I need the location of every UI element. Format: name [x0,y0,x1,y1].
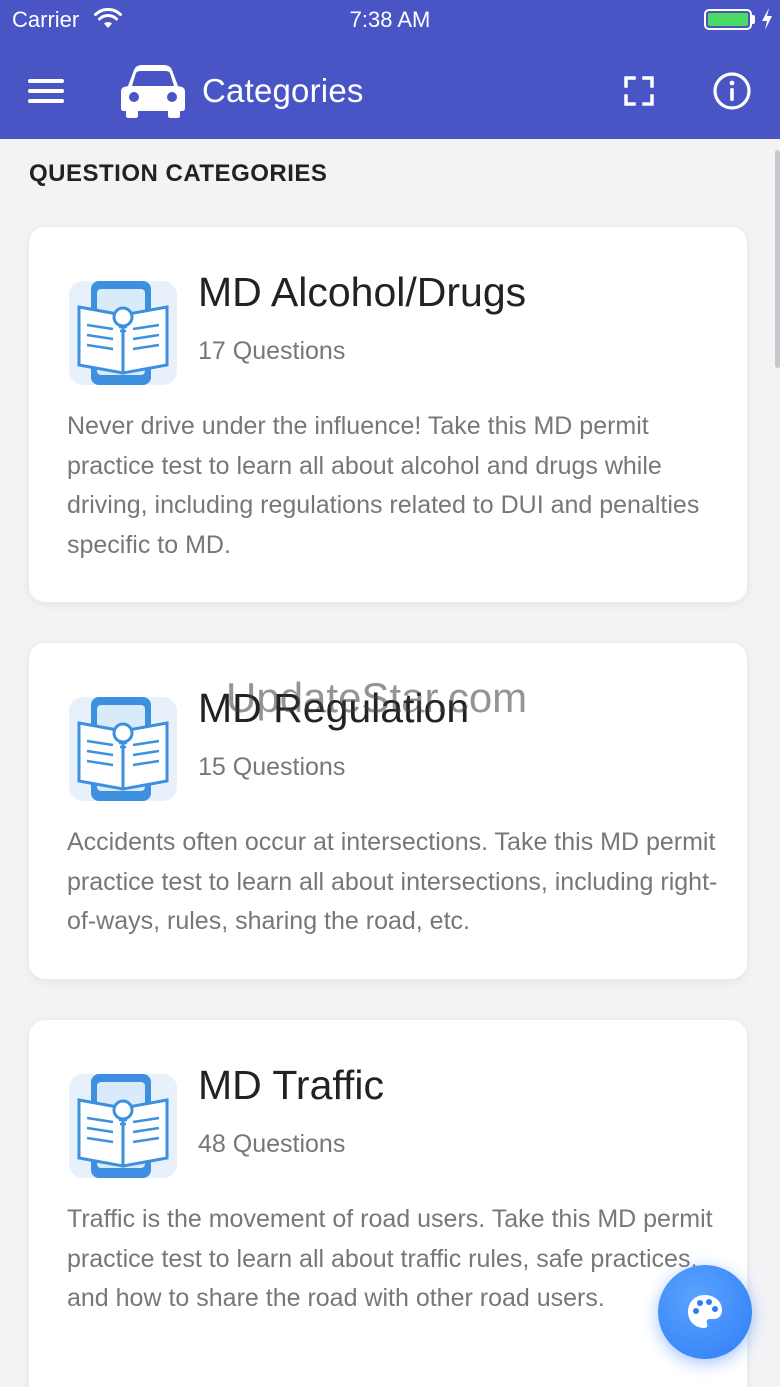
book-idea-icon [69,697,177,801]
book-idea-icon [69,1074,177,1178]
category-description: Accidents often occur at intersections. … [67,828,718,936]
question-count: 48 Questions [198,1130,346,1158]
status-time: 7:38 AM [349,7,431,32]
category-card[interactable]: MD Alcohol/Drugs 17 Questions Never driv… [29,227,747,602]
section-title: QUESTION CATEGORIES [29,160,328,187]
category-description: Never drive under the influence! Take th… [67,412,700,559]
question-count: 17 Questions [198,337,346,365]
status-bar: Carrier 7:38 AM [0,0,780,40]
info-icon[interactable] [712,71,752,111]
category-card[interactable]: MD Regulation 15 Questions Accidents oft… [29,643,747,979]
book-idea-icon [69,281,177,385]
category-card[interactable]: MD Traffic 48 Questions Traffic is the m… [29,1020,747,1387]
scroll-indicator[interactable] [775,150,780,368]
theme-palette-button[interactable] [658,1265,752,1359]
car-icon [121,65,185,118]
palette-icon [688,1295,722,1328]
page-title: Categories [202,72,364,109]
battery-cap [752,15,755,24]
category-title: MD Regulation [198,685,470,731]
charging-bolt-icon [762,8,772,30]
category-title: MD Alcohol/Drugs [198,269,527,315]
hamburger-menu-icon[interactable] [28,76,66,106]
category-title: MD Traffic [198,1062,385,1108]
question-count: 15 Questions [198,753,346,781]
top-app-bar: Carrier 7:38 AM Categories [0,0,780,139]
battery-icon [704,9,752,30]
category-description: Traffic is the movement of road users. T… [67,1205,713,1313]
fullscreen-icon[interactable] [624,76,654,106]
